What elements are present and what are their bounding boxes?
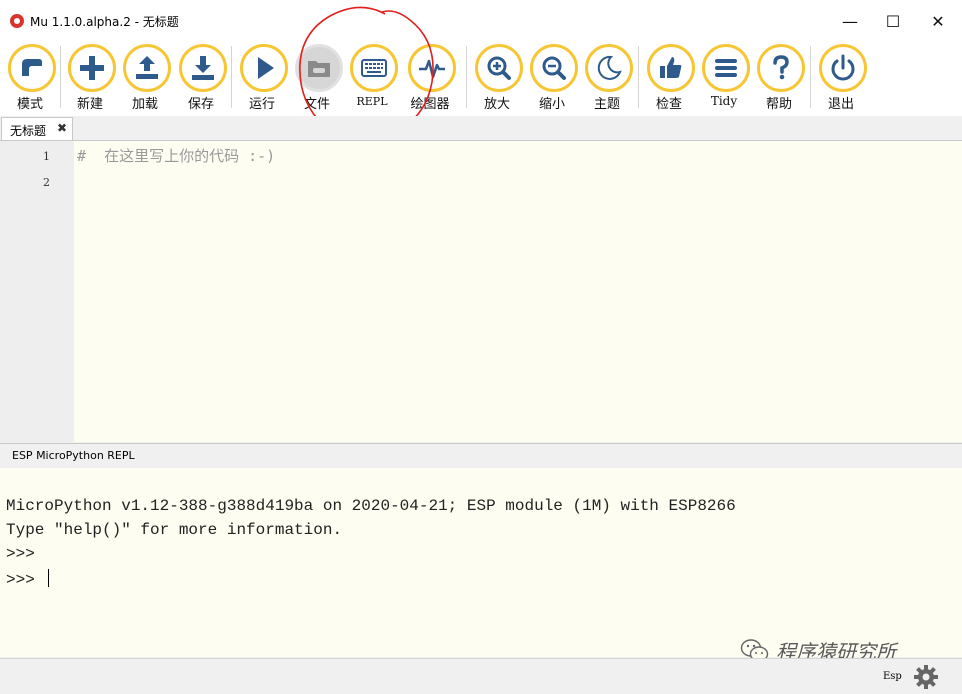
check-label: 检查 xyxy=(655,97,682,112)
keyboard-icon xyxy=(361,59,387,77)
tidy-label: Tidy xyxy=(710,94,738,108)
theme-button[interactable]: 主题 xyxy=(581,44,637,116)
status-bar: Esp xyxy=(0,658,962,694)
close-button[interactable]: ✕ xyxy=(918,8,958,34)
plus-icon xyxy=(80,56,104,80)
zoom-out-label: 缩小 xyxy=(538,97,565,112)
mode-icon xyxy=(22,59,42,76)
text-cursor xyxy=(48,569,50,587)
toolbar: 模式 新建 加载 保存 运行 文件 REPL 绘图器 放大 缩小 主题 检查 T… xyxy=(0,42,962,116)
toolbar-separator xyxy=(466,46,467,108)
code-editor[interactable]: 1 2 # 在这里写上你的代码 :-) xyxy=(0,141,962,442)
check-button[interactable]: 检查 xyxy=(643,44,699,116)
run-button[interactable]: 运行 xyxy=(236,44,292,116)
question-icon xyxy=(773,55,789,80)
upload-icon xyxy=(136,56,158,79)
repl-output-line: MicroPython v1.12-388-g388d419ba on 2020… xyxy=(6,497,736,515)
repl-title: ESP MicroPython REPL xyxy=(12,449,135,462)
repl-label: REPL xyxy=(356,95,388,108)
tab-label: 无标题 xyxy=(10,124,47,138)
plotter-button[interactable]: 绘图器 xyxy=(404,44,460,116)
download-icon xyxy=(192,56,214,80)
zoom-in-button[interactable]: 放大 xyxy=(471,44,527,116)
zoom-in-icon xyxy=(487,56,511,80)
help-button[interactable]: 帮助 xyxy=(753,44,809,116)
repl-prompt-line: >>> xyxy=(6,545,35,563)
tidy-button[interactable]: Tidy xyxy=(698,44,754,116)
toolbar-separator xyxy=(231,46,232,108)
line-number-gutter: 1 2 xyxy=(0,141,74,442)
window-title: Mu 1.1.0.alpha.2 - 无标题 xyxy=(30,15,179,29)
tab-bar: 无标题 ✖ xyxy=(0,116,962,141)
files-button[interactable]: 文件 xyxy=(291,44,347,116)
repl-output-line: Type "help()" for more information. xyxy=(6,521,343,539)
mode-label: 模式 xyxy=(16,97,43,112)
repl-prompt: >>> xyxy=(6,571,45,589)
zoom-out-icon xyxy=(542,56,566,80)
load-button[interactable]: 加载 xyxy=(119,44,175,116)
line-number: 2 xyxy=(43,176,50,189)
title-bar: Mu 1.1.0.alpha.2 - 无标题 — ☐ ✕ xyxy=(0,0,962,42)
zoom-out-button[interactable]: 缩小 xyxy=(526,44,582,116)
code-line[interactable]: # 在这里写上你的代码 :-) xyxy=(77,145,275,166)
moon-icon xyxy=(597,55,622,80)
minimize-button[interactable]: — xyxy=(830,8,870,34)
mode-button[interactable]: 模式 xyxy=(4,44,60,116)
quit-button[interactable]: 退出 xyxy=(815,44,871,116)
repl-pane-header: ESP MicroPython REPL xyxy=(0,443,962,469)
gear-icon[interactable] xyxy=(913,664,939,690)
repl-console[interactable]: MicroPython v1.12-388-g388d419ba on 2020… xyxy=(0,468,962,664)
tab-untitled[interactable]: 无标题 ✖ xyxy=(1,117,73,140)
folder-icon xyxy=(308,61,330,77)
repl-button[interactable]: REPL xyxy=(346,44,402,116)
zoom-in-label: 放大 xyxy=(483,97,510,112)
save-button[interactable]: 保存 xyxy=(175,44,231,116)
toolbar-separator xyxy=(810,46,811,108)
tidy-lines-icon xyxy=(715,59,737,77)
quit-label: 退出 xyxy=(827,97,854,112)
save-label: 保存 xyxy=(187,97,214,112)
run-label: 运行 xyxy=(248,97,275,112)
toolbar-separator xyxy=(638,46,639,108)
maximize-button[interactable]: ☐ xyxy=(873,8,913,34)
pulse-icon xyxy=(419,59,445,79)
power-icon xyxy=(831,54,855,81)
mode-indicator[interactable]: Esp xyxy=(883,671,902,682)
repl-input-line[interactable]: >>> xyxy=(6,569,50,589)
mu-logo-icon xyxy=(10,14,24,28)
toolbar-separator xyxy=(60,46,61,108)
files-label: 文件 xyxy=(303,97,330,112)
tab-close-icon[interactable]: ✖ xyxy=(57,121,67,135)
help-label: 帮助 xyxy=(765,97,792,112)
play-icon xyxy=(258,57,274,79)
new-label: 新建 xyxy=(76,97,103,112)
theme-label: 主题 xyxy=(593,97,620,112)
load-label: 加载 xyxy=(131,97,158,112)
plotter-label: 绘图器 xyxy=(410,97,450,112)
new-button[interactable]: 新建 xyxy=(64,44,120,116)
line-number: 1 xyxy=(43,150,50,163)
thumbs-up-icon xyxy=(660,57,682,78)
